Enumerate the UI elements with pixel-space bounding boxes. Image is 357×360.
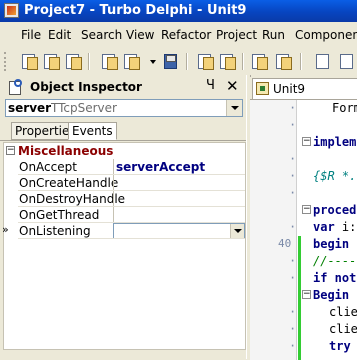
- delphi-app-icon[interactable]: [4, 3, 19, 18]
- menu-edit[interactable]: Edit: [48, 28, 71, 42]
- toggle-form-unit-icon[interactable]: [250, 52, 268, 70]
- inspector-tabs: Properties Events: [0, 122, 246, 141]
- events-grid: − Miscellaneous OnAccept serverAccept On…: [2, 142, 246, 350]
- event-row-onaccept[interactable]: OnAccept serverAccept: [4, 159, 245, 175]
- code-line: · try: [289, 339, 351, 353]
- menu-project[interactable]: Project: [216, 28, 257, 42]
- window-title: Project7 - Turbo Delphi - Unit9: [24, 3, 247, 18]
- unit-file-icon: [256, 82, 269, 95]
- event-row-ongetthread[interactable]: OnGetThread: [4, 207, 245, 223]
- event-handler-dropdown[interactable]: [113, 223, 245, 239]
- menu-refactor[interactable]: Refactor: [161, 28, 211, 42]
- code-line: · if not: [289, 271, 357, 285]
- new-project-icon[interactable]: [100, 52, 118, 70]
- toolbar-separator: [88, 53, 90, 70]
- code-lines[interactable]: ·Form · − implem · ·{$R *. · − proced ·v…: [250, 100, 357, 360]
- toolbar-grip[interactable]: [4, 52, 9, 71]
- object-inspector-title: Object Inspector: [30, 80, 142, 94]
- event-name: OnCreateHandle: [19, 176, 119, 190]
- tab-unit9[interactable]: Unit9: [252, 78, 357, 99]
- event-row-onlistening[interactable]: » OnListening: [2, 223, 245, 239]
- save-icon[interactable]: [162, 52, 180, 70]
- code-line: ·: [289, 118, 297, 132]
- tab-events[interactable]: Events: [68, 122, 117, 140]
- menu-search[interactable]: Search: [81, 28, 122, 42]
- line-number: 40: [278, 237, 292, 250]
- editor-tab-label: Unit9: [273, 82, 306, 96]
- code-line: ·Form: [289, 101, 357, 115]
- code-editor[interactable]: ·Form · − implem · ·{$R *. · − proced ·v…: [250, 99, 357, 360]
- collapse-icon[interactable]: −: [6, 146, 15, 155]
- save-all-icon[interactable]: [64, 52, 82, 70]
- event-value[interactable]: serverAccept: [116, 160, 205, 174]
- code-line: ·: [289, 152, 297, 166]
- event-row-ondestroyhandle[interactable]: OnDestroyHandle: [4, 191, 245, 207]
- code-line: − proced: [302, 203, 357, 217]
- selected-row-marker: »: [2, 223, 9, 236]
- fold-icon[interactable]: −: [302, 290, 311, 299]
- object-inspector-header: Object Inspector Ч ✕: [0, 77, 246, 97]
- event-row-oncreatehandle[interactable]: OnCreateHandle: [4, 175, 245, 191]
- menu-component[interactable]: Component: [295, 28, 357, 42]
- toolbar-separator: [300, 53, 302, 70]
- tabs-divider: [0, 140, 246, 141]
- menu-view[interactable]: View: [126, 28, 154, 42]
- view-form-icon[interactable]: [218, 52, 236, 70]
- new-items-icon[interactable]: [20, 52, 38, 70]
- code-line: 40 begin: [278, 237, 350, 251]
- object-inspector-icon: [9, 79, 24, 95]
- menu-file[interactable]: File: [21, 28, 41, 42]
- new-form-icon[interactable]: [274, 52, 292, 70]
- component-dropdown-button[interactable]: [226, 100, 242, 116]
- category-label: Miscellaneous: [18, 144, 114, 158]
- event-dropdown-button[interactable]: [230, 224, 244, 238]
- event-name: OnAccept: [19, 160, 77, 174]
- toolbar-separator: [242, 53, 244, 70]
- editor-tabs: Unit9: [250, 77, 357, 99]
- title-bar: Project7 - Turbo Delphi - Unit9: [0, 0, 357, 22]
- toolbar: [0, 48, 357, 75]
- toolbar-separator: [186, 53, 188, 70]
- code-line: ·//----: [289, 254, 357, 268]
- code-line: · clie: [289, 305, 357, 319]
- fold-icon[interactable]: −: [302, 137, 311, 146]
- chevron-down-icon: [234, 229, 242, 233]
- code-line: · var i:: [289, 220, 357, 234]
- open-project-icon[interactable]: [122, 52, 140, 70]
- open-icon[interactable]: [42, 52, 60, 70]
- code-line: − implem: [302, 135, 357, 149]
- menu-run[interactable]: Run: [262, 28, 285, 42]
- event-name: OnListening: [19, 224, 91, 238]
- category-miscellaneous[interactable]: − Miscellaneous: [4, 143, 245, 159]
- menu-bar: File Edit Search View Refactor Project R…: [0, 22, 357, 49]
- close-icon[interactable]: ✕: [226, 77, 239, 95]
- code-line: ·: [289, 186, 297, 200]
- chevron-down-icon[interactable]: [150, 60, 156, 64]
- code-line: − Begin: [302, 288, 350, 302]
- code-line: · clie: [289, 322, 357, 336]
- code-line: · {$R *.: [289, 169, 357, 183]
- event-name: OnDestroyHandle: [19, 192, 126, 206]
- fold-icon[interactable]: −: [302, 205, 311, 214]
- component-type: TTcpServer: [51, 101, 117, 115]
- component-selector[interactable]: server TTcpServer: [5, 99, 243, 117]
- event-name: OnGetThread: [19, 208, 100, 222]
- align-left-icon[interactable]: [314, 52, 332, 70]
- align-center-icon[interactable]: [338, 52, 356, 70]
- component-name: server: [8, 101, 52, 115]
- chevron-down-icon: [231, 106, 239, 110]
- view-unit-icon[interactable]: [196, 52, 214, 70]
- pin-icon[interactable]: Ч: [206, 78, 215, 93]
